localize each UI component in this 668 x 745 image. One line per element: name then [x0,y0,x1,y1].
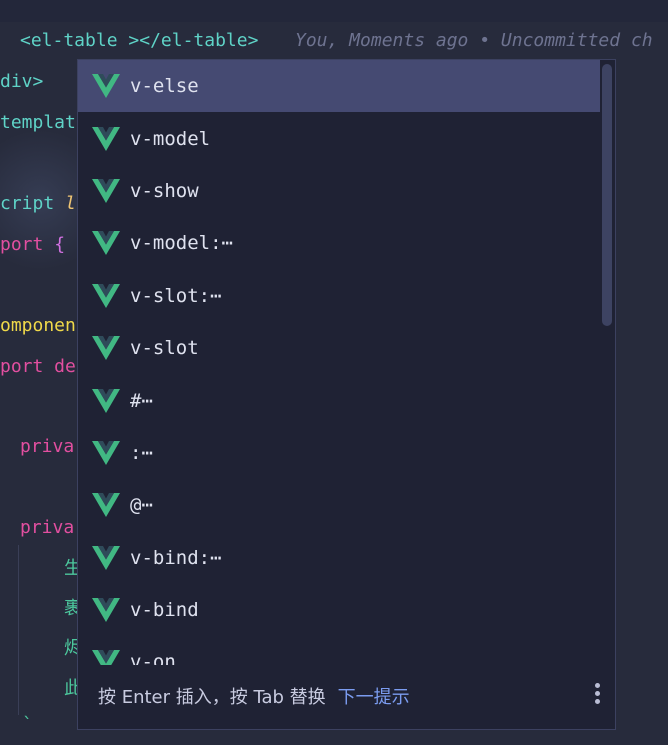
autocomplete-item-label: v-else [130,75,199,98]
autocomplete-item[interactable]: v-slot:⋯ [78,270,600,322]
more-vertical-icon[interactable] [593,683,601,707]
autocomplete-item[interactable]: v-show [78,165,600,217]
autocomplete-item-label: :⋯ [130,441,153,464]
script-tag-text: cript [0,193,55,214]
autocomplete-item-label: v-slot [130,337,199,360]
code-line-tick: ` [22,714,33,735]
autocomplete-item[interactable]: #⋯ [78,374,600,426]
autocomplete-item[interactable]: v-model:⋯ [78,217,600,269]
autocomplete-item[interactable]: v-model [78,112,600,164]
autocomplete-item-label: v-slot:⋯ [130,284,222,307]
script-lang-attr: l [65,193,76,214]
vue-logo-icon [92,231,120,256]
autocomplete-item-label: v-bind:⋯ [130,546,222,569]
next-tip-link[interactable]: 下一提示 [338,683,410,709]
autocomplete-item[interactable]: v-slot [78,322,600,374]
vue-logo-icon [92,336,120,361]
autocomplete-item-label: @⋯ [130,494,153,517]
vue-logo-icon [92,178,120,203]
git-blame-annotation: You, Moments ago • Uncommitted ch [295,30,653,51]
vue-logo-icon [92,598,120,623]
vue-logo-icon [92,545,120,570]
autocomplete-item[interactable]: v-else [78,60,600,113]
code-line-el-table: <el-table ></el-table> [20,30,258,52]
autocomplete-popup[interactable]: v-else v-model v-show v-model:⋯ v-slot:⋯ v-sl… [77,59,616,730]
autocomplete-item-label: v-model [130,127,211,150]
el-table-close-tag: ></el-table> [128,30,259,51]
scrollbar-thumb[interactable] [602,64,612,326]
autocomplete-item[interactable]: @⋯ [78,479,600,531]
vue-logo-icon [92,440,120,465]
code-line-div: div> [0,71,44,92]
code-line-private-2: priva [20,517,75,538]
vue-logo-icon [92,126,120,151]
vue-logo-icon [92,493,120,518]
autocomplete-item[interactable]: :⋯ [78,427,600,479]
vue-logo-icon [92,283,120,308]
autocomplete-item[interactable]: v-bind [78,584,600,636]
code-line-template: templat [0,112,76,133]
autocomplete-item[interactable]: v-on [78,636,600,665]
editor-top-band [0,0,668,22]
code-line-export: port de [0,356,76,377]
autocomplete-list[interactable]: v-else v-model v-show v-model:⋯ v-slot:⋯ v-sl… [78,60,600,665]
autocomplete-item-label: v-show [130,179,199,202]
footer-hint-text: 按 Enter 插入，按 Tab 替换 [98,687,326,708]
code-line-script: cript l [0,193,76,215]
import-brace: { [54,234,66,255]
vue-logo-icon [92,388,120,413]
import-keyword: port [0,234,44,255]
autocomplete-item-label: v-bind [130,599,199,622]
indent-guide [18,545,19,715]
vue-logo-icon [92,74,120,99]
autocomplete-item-label: #⋯ [130,389,153,412]
code-line-private-1: priva [20,436,75,457]
autocomplete-footer: 按 Enter 插入，按 Tab 替换 下一提示 [78,663,615,729]
code-line-component: omponen [0,315,76,336]
autocomplete-item-label: v-model:⋯ [130,232,233,255]
el-table-open-tag: <el-table [20,30,118,51]
code-line-import: port { [0,234,65,256]
autocomplete-item[interactable]: v-bind:⋯ [78,532,600,584]
